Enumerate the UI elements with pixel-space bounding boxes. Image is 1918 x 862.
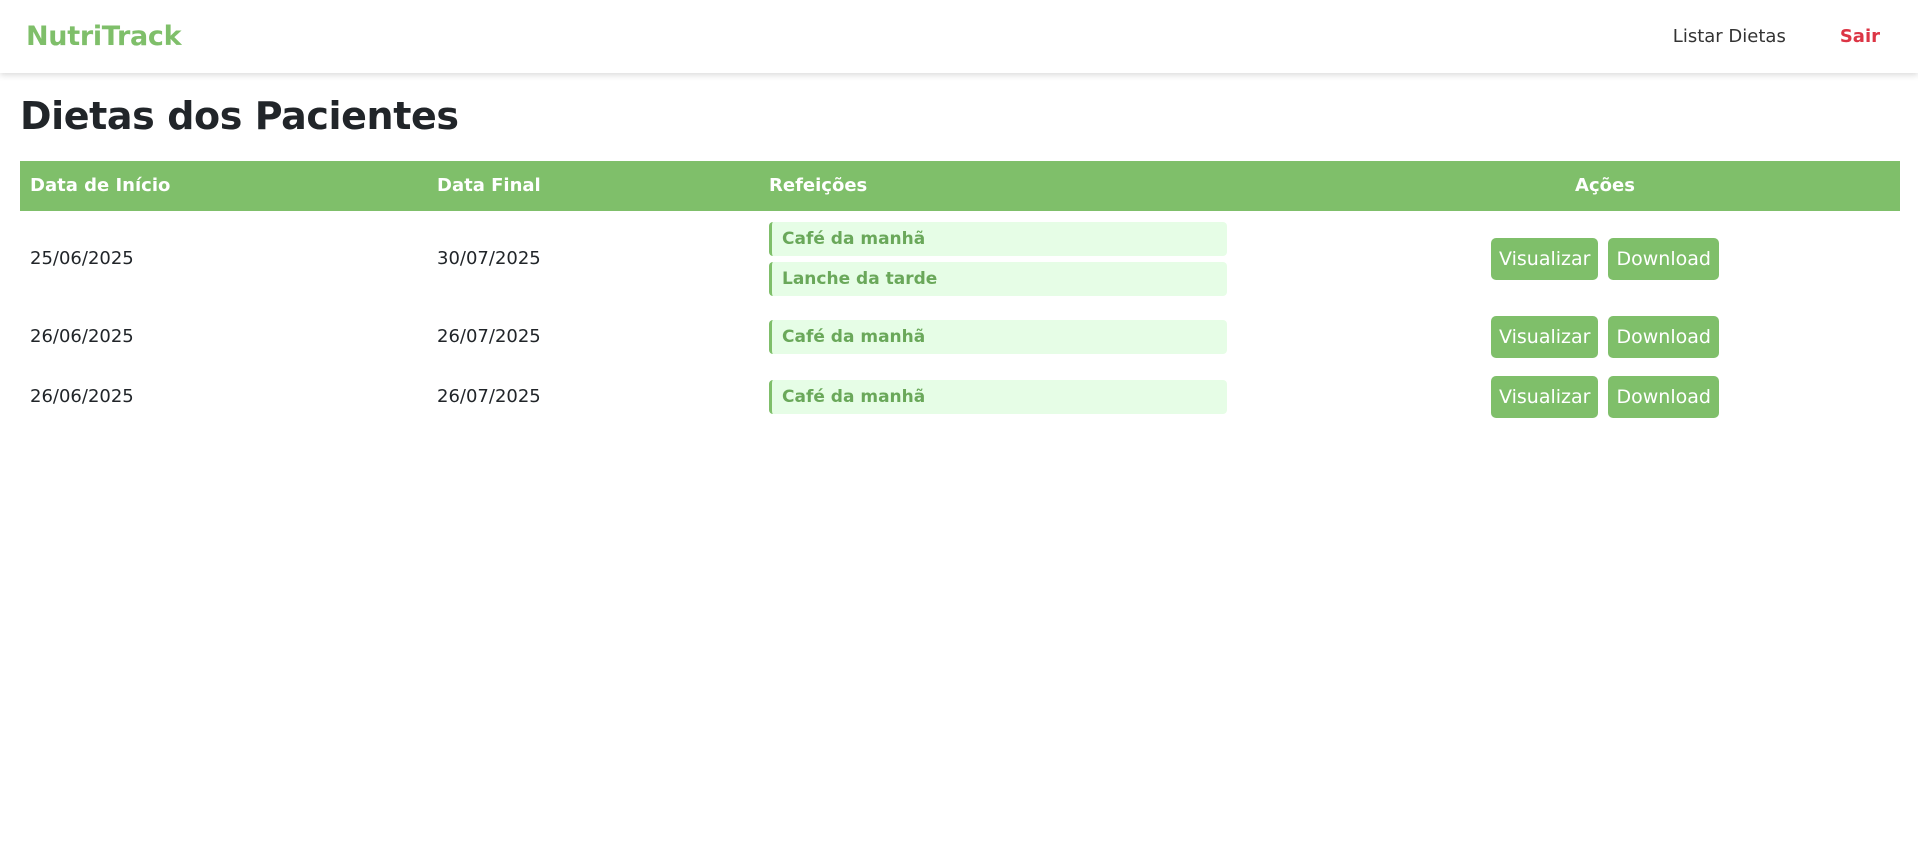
table-header: Data de Início Data Final Refeições Açõe…: [20, 160, 1900, 211]
download-button[interactable]: Download: [1608, 375, 1719, 418]
main-content: Dietas dos Pacientes Data de Início Data…: [0, 94, 1918, 427]
cell-actions: Visualizar Download: [1310, 367, 1900, 427]
brand-logo[interactable]: NutriTrack: [26, 21, 182, 52]
meal-tag: Café da manhã: [769, 379, 1227, 414]
download-button[interactable]: Download: [1608, 315, 1719, 358]
cell-actions: Visualizar Download: [1310, 307, 1900, 367]
cell-start-date: 25/06/2025: [30, 248, 134, 270]
row-actions: Visualizar Download: [1320, 315, 1890, 358]
cell-meals: Café da manhã: [759, 367, 1310, 427]
top-navbar: NutriTrack Listar Dietas Sair: [0, 0, 1918, 73]
meal-tag: Lanche da tarde: [769, 261, 1227, 296]
nav-links: Listar Dietas Sair: [1673, 26, 1892, 47]
cell-actions: Visualizar Download: [1310, 211, 1900, 307]
view-button[interactable]: Visualizar: [1491, 375, 1599, 418]
table-row: 26/06/2025 26/07/2025 Café da manhã Visu…: [20, 367, 1900, 427]
cell-start-date: 26/06/2025: [30, 326, 134, 348]
header-start-date: Data de Início: [20, 160, 427, 211]
diets-table: Data de Início Data Final Refeições Açõe…: [20, 160, 1900, 427]
cell-end-date: 26/07/2025: [437, 386, 541, 408]
cell-meals: Café da manhã: [759, 307, 1310, 367]
header-meals: Refeições: [759, 160, 1310, 211]
cell-start-date: 26/06/2025: [30, 386, 134, 408]
nav-link-list-diets[interactable]: Listar Dietas: [1673, 26, 1786, 47]
meal-tag: Café da manhã: [769, 221, 1227, 256]
header-end-date: Data Final: [427, 160, 759, 211]
download-button[interactable]: Download: [1608, 237, 1719, 280]
view-button[interactable]: Visualizar: [1491, 315, 1599, 358]
nav-link-logout[interactable]: Sair: [1840, 26, 1880, 47]
cell-end-date: 30/07/2025: [437, 248, 541, 270]
cell-meals: Café da manhã Lanche da tarde: [759, 211, 1310, 307]
row-actions: Visualizar Download: [1320, 237, 1890, 280]
row-actions: Visualizar Download: [1320, 375, 1890, 418]
cell-end-date: 26/07/2025: [437, 326, 541, 348]
table-row: 26/06/2025 26/07/2025 Café da manhã Visu…: [20, 307, 1900, 367]
table-header-row: Data de Início Data Final Refeições Açõe…: [20, 160, 1900, 211]
view-button[interactable]: Visualizar: [1491, 237, 1599, 280]
table-body: 25/06/2025 30/07/2025 Café da manhã Lanc…: [20, 211, 1900, 427]
meal-tag: Café da manhã: [769, 319, 1227, 354]
header-actions: Ações: [1310, 160, 1900, 211]
page-title: Dietas dos Pacientes: [20, 94, 459, 138]
table-row: 25/06/2025 30/07/2025 Café da manhã Lanc…: [20, 211, 1900, 307]
